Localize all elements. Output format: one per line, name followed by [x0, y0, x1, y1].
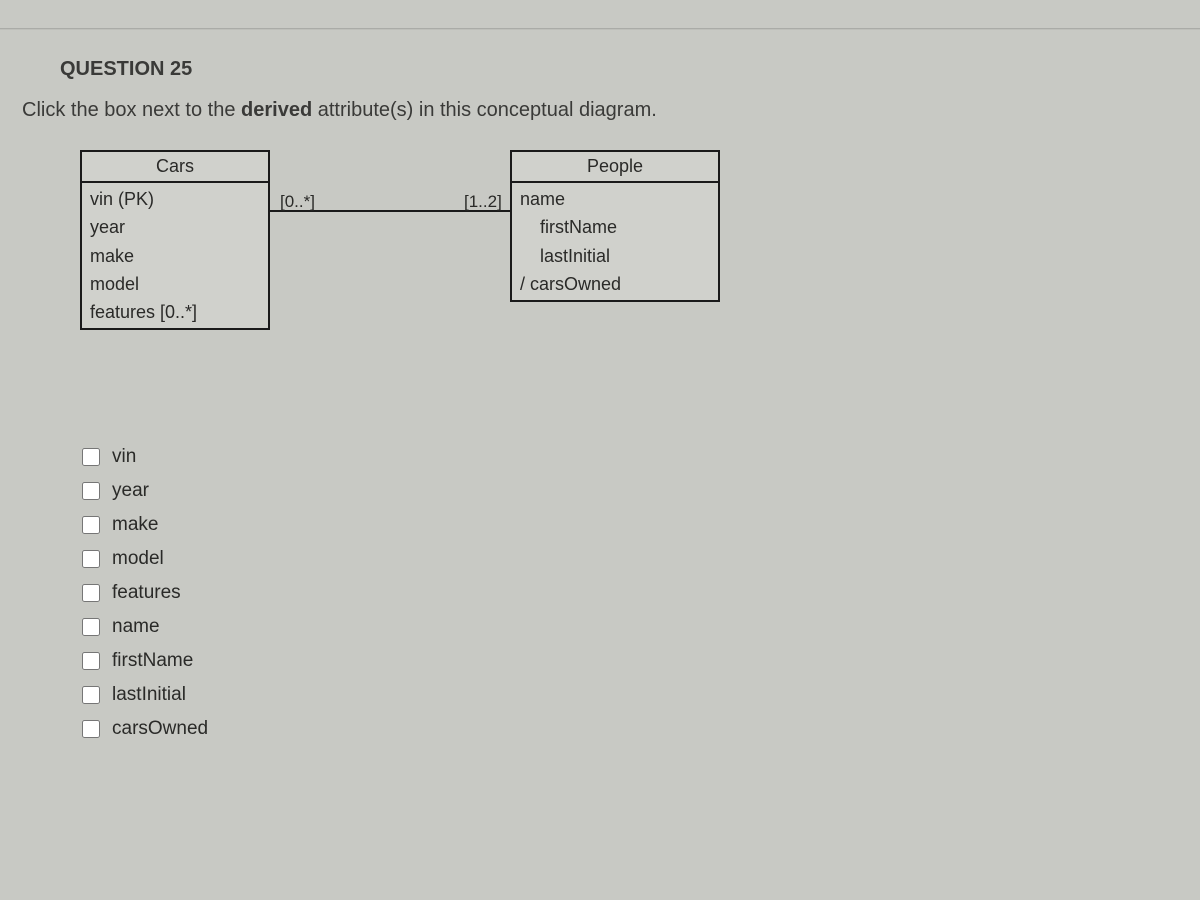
uml-people-body: name firstName lastInitial / carsOwned	[512, 183, 718, 300]
option-label: vin	[112, 446, 136, 468]
option-row[interactable]: year	[82, 474, 1190, 508]
question-prompt: Click the box next to the derived attrib…	[10, 99, 1190, 150]
option-row[interactable]: name	[82, 610, 1190, 644]
option-row[interactable]: vin	[82, 440, 1190, 474]
uml-people-attr-lastinitial: lastInitial	[512, 242, 718, 270]
option-checkbox[interactable]	[82, 686, 100, 704]
option-label: carsOwned	[112, 718, 208, 740]
option-checkbox[interactable]	[82, 482, 100, 500]
option-checkbox[interactable]	[82, 652, 100, 670]
option-label: model	[112, 548, 164, 570]
uml-people-title: People	[512, 152, 718, 183]
option-label: make	[112, 514, 158, 536]
uml-multiplicity-right: [1..2]	[464, 192, 502, 212]
uml-people-attr-firstname: firstName	[512, 213, 718, 241]
uml-class-cars: Cars vin (PK) year make model features […	[80, 150, 270, 330]
prompt-bold: derived	[241, 99, 312, 121]
uml-cars-attr: features [0..*]	[82, 298, 268, 326]
option-checkbox[interactable]	[82, 618, 100, 636]
uml-cars-attr: model	[82, 270, 268, 298]
content-indent: Cars vin (PK) year make model features […	[10, 150, 1190, 746]
option-row[interactable]: lastInitial	[82, 678, 1190, 712]
top-divider	[0, 28, 1200, 30]
option-checkbox[interactable]	[82, 448, 100, 466]
uml-people-attr-name: name	[512, 185, 718, 213]
prompt-suffix: attribute(s) in this conceptual diagram.	[312, 99, 657, 121]
option-label: year	[112, 480, 149, 502]
question-page: QUESTION 25 Click the box next to the de…	[0, 0, 1200, 900]
option-label: lastInitial	[112, 684, 186, 706]
uml-class-people: People name firstName lastInitial / cars…	[510, 150, 720, 302]
prompt-prefix: Click the box next to the	[22, 99, 241, 121]
option-checkbox[interactable]	[82, 516, 100, 534]
option-label: name	[112, 616, 160, 638]
option-row[interactable]: firstName	[82, 644, 1190, 678]
uml-multiplicity-left: [0..*]	[280, 192, 315, 212]
uml-people-attr-carsowned: / carsOwned	[512, 270, 718, 298]
uml-cars-body: vin (PK) year make model features [0..*]	[82, 183, 268, 328]
option-row[interactable]: carsOwned	[82, 712, 1190, 746]
option-checkbox[interactable]	[82, 720, 100, 738]
uml-diagram: Cars vin (PK) year make model features […	[80, 150, 1190, 410]
uml-cars-attr: vin (PK)	[82, 185, 268, 213]
option-label: features	[112, 582, 181, 604]
option-row[interactable]: features	[82, 576, 1190, 610]
option-row[interactable]: make	[82, 508, 1190, 542]
option-label: firstName	[112, 650, 193, 672]
uml-cars-title: Cars	[82, 152, 268, 183]
question-number: QUESTION 25	[10, 40, 1190, 99]
answer-options: vin year make model features name firstName las…	[80, 430, 1190, 746]
option-row[interactable]: model	[82, 542, 1190, 576]
uml-cars-attr: make	[82, 242, 268, 270]
uml-cars-attr: year	[82, 213, 268, 241]
option-checkbox[interactable]	[82, 550, 100, 568]
option-checkbox[interactable]	[82, 584, 100, 602]
